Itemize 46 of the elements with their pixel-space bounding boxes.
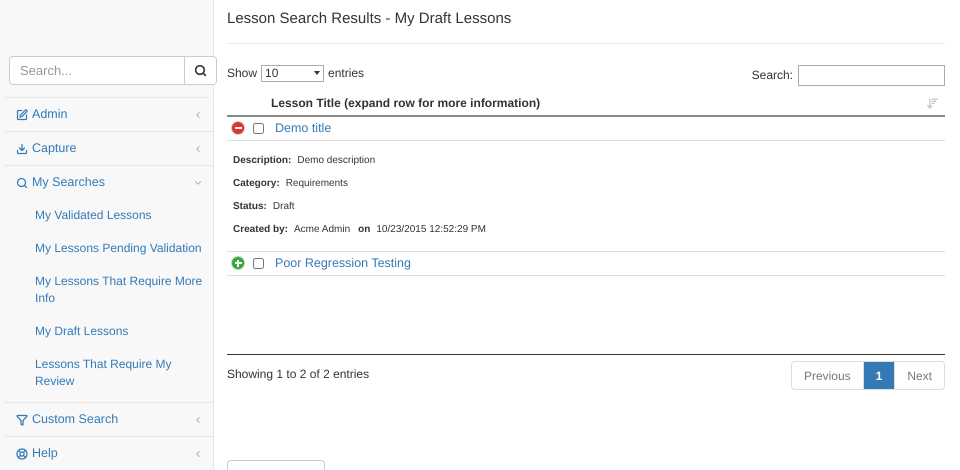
page-title: Lesson Search Results - My Draft Lessons: [227, 9, 512, 29]
search-field[interactable]: Search...: [9, 56, 185, 85]
detail-label: Status:: [233, 200, 267, 214]
submenu-link[interactable]: My Validated Lessons: [35, 207, 205, 224]
entries-select[interactable]: 10: [261, 64, 324, 82]
lesson-title-link[interactable]: Demo title: [275, 118, 332, 138]
pagination-button[interactable]: Next: [894, 362, 944, 389]
detail-label: Created by:: [233, 222, 288, 236]
search-button[interactable]: [185, 56, 217, 85]
filter-icon: [16, 414, 28, 426]
detail-value: Requirements: [286, 176, 348, 190]
collapse-icon[interactable]: [232, 122, 244, 134]
pagination-button[interactable]: Previous: [792, 362, 863, 389]
detail-label: on: [358, 222, 370, 236]
submenu-link[interactable]: My Draft Lessons: [35, 323, 205, 340]
lesson-title-link[interactable]: Poor Regression Testing: [275, 254, 411, 272]
submenu-link[interactable]: My Lessons Pending Validation: [35, 240, 205, 257]
lifebuoy-icon: [16, 448, 28, 460]
dropdown-arrow-icon: [314, 71, 320, 75]
detail-label: Description:: [233, 154, 292, 168]
detail-label: Category:: [233, 176, 280, 190]
download-icon: [16, 142, 28, 154]
detail-value: Draft: [272, 200, 295, 214]
entries-label: entries: [328, 65, 364, 82]
detail-value: 10/23/2015 12:52:29 PM: [376, 222, 486, 236]
row-checkbox[interactable]: [253, 258, 264, 268]
nav-item[interactable]: Capture: [4, 132, 213, 165]
submenu-link[interactable]: Lessons That Require My Review: [35, 356, 205, 390]
show-label: Show: [227, 65, 258, 82]
search-icon: [16, 176, 28, 188]
column-header[interactable]: Lesson Title (expand row for more information): [271, 94, 926, 112]
detail-value: Acme Admin: [294, 222, 350, 236]
search-field[interactable]: [798, 64, 945, 86]
pagination-button[interactable]: 1: [862, 362, 894, 389]
nav-item[interactable]: Admin: [4, 98, 213, 131]
nav-item[interactable]: My Searches: [4, 166, 213, 199]
edit-icon: [16, 108, 28, 120]
search-label: Search:: [752, 67, 793, 84]
nav-item[interactable]: Custom Search: [4, 403, 213, 436]
search-icon: [194, 64, 207, 77]
detail-value: Demo description: [297, 154, 376, 168]
row-checkbox[interactable]: [253, 122, 264, 134]
nav-item[interactable]: Help: [4, 437, 213, 470]
table-info: Showing 1 to 2 of 2 entries: [227, 366, 370, 383]
submenu-link[interactable]: My Lessons That Require More Info: [35, 273, 205, 307]
expand-icon[interactable]: [232, 257, 244, 269]
